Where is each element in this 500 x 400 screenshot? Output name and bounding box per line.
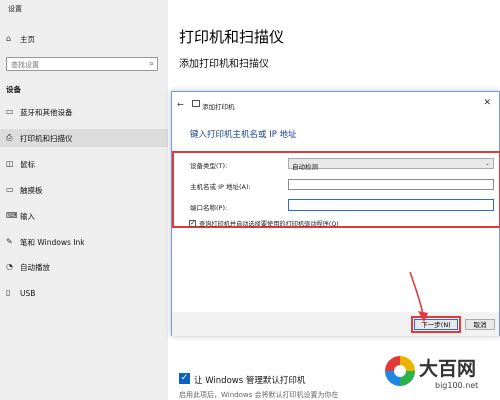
red-arrow-annotation — [409, 271, 428, 322]
manage-default-printer-description: 启用此项后，Windows 会将默认打印机设置为你在 — [179, 391, 339, 399]
brand-url: big100.net — [435, 381, 479, 390]
manage-default-printer-label: 让 Windows 管理默认打印机 — [194, 376, 306, 386]
brand-name: 大百网 — [419, 358, 477, 380]
watermark: 大百网 big100.net — [383, 348, 500, 400]
check-icon: ✓ — [180, 373, 189, 383]
manage-default-printer-checkbox[interactable]: ✓ — [179, 373, 190, 384]
brand-logo-icon — [385, 356, 415, 386]
